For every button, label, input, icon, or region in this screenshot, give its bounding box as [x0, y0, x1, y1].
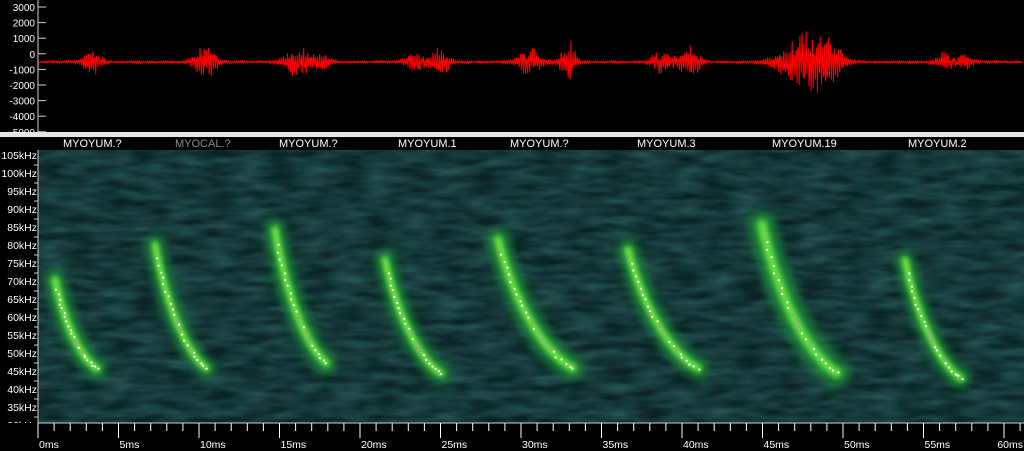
time-tick-label: 25ms	[442, 439, 468, 451]
amplitude-tick-label: -2000	[9, 81, 35, 92]
time-tick-label: 15ms	[281, 439, 307, 451]
frequency-tick-label: 95kHz	[7, 186, 37, 198]
call-label-1[interactable]: MYOYUM.?	[63, 138, 122, 150]
frequency-tick-label: 60kHz	[7, 312, 37, 324]
call-label-2[interactable]: MYOCAL.?	[175, 138, 231, 150]
time-tick-label: 30ms	[522, 439, 548, 451]
bat-call-viewer: 3000200010000-1000-2000-3000-4000-5000 M…	[0, 0, 1024, 451]
call-label-5[interactable]: MYOYUM.?	[510, 138, 569, 150]
waveform-trace	[38, 31, 1023, 93]
frequency-tick-label: 45kHz	[7, 366, 37, 378]
call-label-8[interactable]: MYOYUM.2	[908, 138, 967, 150]
amplitude-tick-label: -4000	[9, 112, 35, 123]
time-tick-label: 45ms	[764, 439, 790, 451]
spectrogram-panel[interactable]: 105kHz 100kHz 95kHz 90kHz 85kHz 80kHz 75kHz 70k…	[0, 150, 1024, 451]
panel-separator	[0, 132, 1024, 137]
time-tick-label: 50ms	[844, 439, 870, 451]
amplitude-tick-label: 1000	[13, 34, 36, 45]
time-tick-label: 0ms	[39, 439, 59, 451]
frequency-tick-label: 55kHz	[7, 330, 37, 342]
frequency-tick-label: 85kHz	[7, 222, 37, 234]
frequency-axis: 105kHz 100kHz 95kHz 90kHz 85kHz 80kHz 75kHz 70k…	[1, 150, 39, 432]
call-label-6[interactable]: MYOYUM.3	[637, 138, 696, 150]
amplitude-tick-label: 3000	[13, 3, 36, 14]
time-axis: 0ms 5ms 10ms 15ms 20ms 25ms 30ms 35ms 40ms 45ms 50…	[0, 422, 1024, 451]
frequency-tick-label: 100kHz	[1, 168, 37, 180]
time-tick-label: 35ms	[603, 439, 629, 451]
call-label-row: MYOYUM.? MYOCAL.? MYOYUM.? MYOYUM.1 MYOY…	[0, 138, 1024, 150]
time-tick-label: 5ms	[120, 439, 140, 451]
time-tick-label: 10ms	[200, 439, 226, 451]
time-tick-label: 40ms	[683, 439, 709, 451]
call-label-4[interactable]: MYOYUM.1	[398, 138, 457, 150]
frequency-tick-label: 105kHz	[1, 150, 37, 162]
waveform-amplitude-axis: 3000200010000-1000-2000-3000-4000-5000	[9, 0, 46, 132]
frequency-tick-label: 50kHz	[7, 348, 37, 360]
frequency-tick-label: 65kHz	[7, 294, 37, 306]
time-tick-label: 20ms	[361, 439, 387, 451]
time-tick-label: 60ms	[997, 439, 1023, 451]
amplitude-tick-label: 2000	[13, 19, 36, 30]
waveform-panel[interactable]: 3000200010000-1000-2000-3000-4000-5000	[0, 0, 1024, 132]
frequency-tick-label: 70kHz	[7, 276, 37, 288]
frequency-tick-label: 75kHz	[7, 258, 37, 270]
amplitude-tick-label: 0	[29, 50, 35, 61]
frequency-tick-label: 35kHz	[7, 402, 37, 414]
time-axis-background	[0, 423, 1024, 451]
frequency-tick-label: 90kHz	[7, 204, 37, 216]
frequency-tick-label: 40kHz	[7, 384, 37, 396]
call-label-3[interactable]: MYOYUM.?	[279, 138, 338, 150]
amplitude-tick-label: -1000	[9, 65, 35, 76]
amplitude-tick-label: -3000	[9, 97, 35, 108]
frequency-tick-label: 80kHz	[7, 240, 37, 252]
time-tick-label: 55ms	[925, 439, 951, 451]
call-label-7[interactable]: MYOYUM.19	[772, 138, 837, 150]
